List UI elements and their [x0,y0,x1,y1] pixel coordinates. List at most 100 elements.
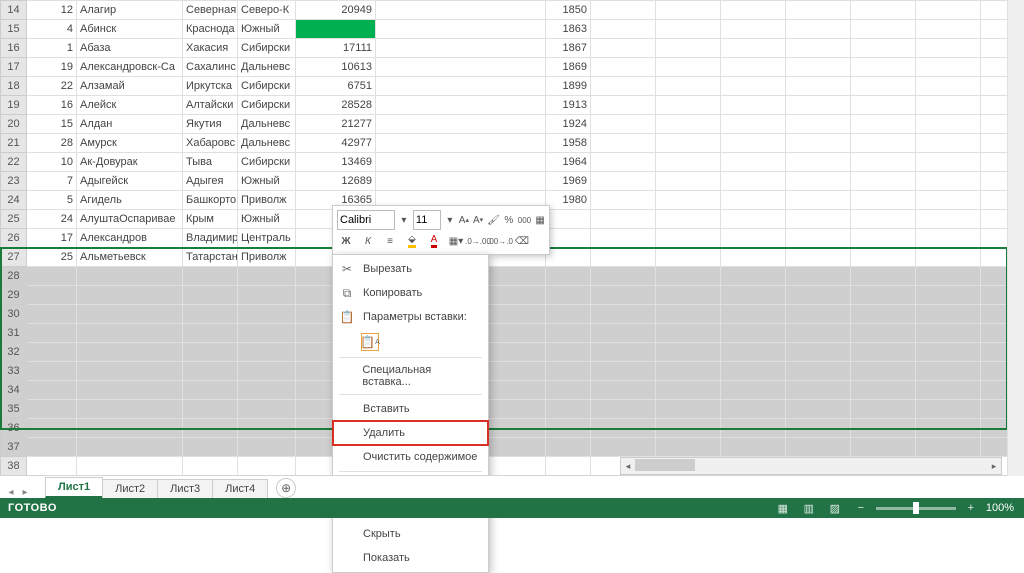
cell[interactable] [376,134,546,153]
cell[interactable] [916,58,981,77]
fill-color-icon[interactable]: ⬙ [403,232,421,250]
cell[interactable] [656,1,721,20]
scroll-right-icon[interactable]: ▸ [987,461,1001,472]
cell[interactable] [546,229,591,248]
cell[interactable] [376,20,546,39]
cell[interactable] [376,1,546,20]
cell[interactable] [656,210,721,229]
cell[interactable] [376,96,546,115]
cell[interactable] [916,191,981,210]
cell[interactable]: 12689 [296,172,376,191]
cell[interactable] [916,77,981,96]
cell[interactable] [916,39,981,58]
cell[interactable] [786,153,851,172]
cell[interactable] [591,115,656,134]
add-sheet-button[interactable]: ⊕ [276,478,296,498]
cell[interactable]: 28 [27,134,77,153]
cell[interactable] [721,58,786,77]
cell[interactable]: Северо-К [238,1,296,20]
cell[interactable]: Алтайски [183,96,238,115]
cell[interactable] [656,191,721,210]
cell[interactable]: Иркутска [183,77,238,96]
row-header[interactable]: 22 [1,153,27,172]
cell[interactable]: Алзамай [77,77,183,96]
row-header[interactable]: 17 [1,58,27,77]
cell[interactable]: Алагир [77,1,183,20]
format-painter-icon[interactable]: 🖌 [487,211,500,229]
cell[interactable] [916,438,981,457]
cell[interactable]: Крым [183,210,238,229]
row-header[interactable]: 25 [1,210,27,229]
cell[interactable]: Амурск [77,134,183,153]
table-row[interactable]: 1916АлейскАлтайскиСибирски285281913 [1,96,1024,115]
cell[interactable] [851,210,916,229]
cell[interactable] [916,20,981,39]
cell[interactable]: Агидель [77,191,183,210]
cell[interactable] [851,1,916,20]
cell[interactable] [591,96,656,115]
cell[interactable] [786,229,851,248]
context-paste-special[interactable]: Специальная вставка... [333,360,488,392]
cell[interactable]: 10 [27,153,77,172]
sheet-tab-2[interactable]: Лист2 [102,479,158,498]
cell[interactable] [591,191,656,210]
row-header[interactable]: 18 [1,77,27,96]
cell[interactable] [851,438,916,457]
context-show[interactable]: Показать [333,546,488,570]
cell[interactable] [591,153,656,172]
table-row[interactable]: 2210Ак-ДовуракТываСибирски134691964 [1,153,1024,172]
scroll-left-icon[interactable]: ◂ [621,461,635,472]
cell[interactable] [183,457,238,476]
context-copy[interactable]: ⧉Копировать [333,281,488,305]
cell[interactable] [851,229,916,248]
font-dropdown-icon[interactable]: ▾ [399,211,409,229]
cell[interactable]: Абаза [77,39,183,58]
cell[interactable] [591,229,656,248]
cell[interactable] [721,134,786,153]
cell[interactable] [77,438,183,457]
cell[interactable] [591,39,656,58]
context-paste-values[interactable]: 📋A [333,329,488,355]
cell[interactable]: АлуштаОспаривае [77,210,183,229]
cell[interactable] [786,1,851,20]
table-row[interactable]: 1822АлзамайИркутскаСибирски67511899 [1,77,1024,96]
cell[interactable]: 19 [27,58,77,77]
view-normal-icon[interactable]: ▦ [774,499,792,517]
zoom-in-icon[interactable]: + [962,499,980,517]
context-delete[interactable]: Удалить [333,421,488,445]
cell[interactable] [591,77,656,96]
italic-icon[interactable]: К [359,232,377,250]
table-row[interactable]: 161АбазаХакасияСибирски171111867 [1,39,1024,58]
cell[interactable] [916,172,981,191]
cell[interactable] [27,438,77,457]
table-row[interactable]: 237АдыгейскАдыгеяЮжный126891969 [1,172,1024,191]
cell[interactable] [376,153,546,172]
cell[interactable] [786,191,851,210]
cell[interactable]: Краснода [183,20,238,39]
cell[interactable]: Александров [77,229,183,248]
cell[interactable] [721,153,786,172]
table-row[interactable]: 1719Александровск-СаСахалинсДальневс1061… [1,58,1024,77]
cell[interactable] [27,457,77,476]
cell[interactable] [916,1,981,20]
cell[interactable] [376,77,546,96]
cell[interactable] [591,58,656,77]
cell[interactable] [656,153,721,172]
cell[interactable] [851,96,916,115]
percent-icon[interactable]: % [504,211,514,229]
cell[interactable] [721,438,786,457]
cell[interactable] [656,115,721,134]
cell[interactable]: Дальневс [238,115,296,134]
context-cut[interactable]: ✂Вырезать [333,257,488,281]
cell[interactable]: 1899 [546,77,591,96]
cell[interactable]: 42977 [296,134,376,153]
cell[interactable]: 24 [27,210,77,229]
cell[interactable] [916,134,981,153]
cell[interactable] [721,172,786,191]
cell[interactable] [721,210,786,229]
cell[interactable] [851,153,916,172]
cell[interactable]: Южный [238,210,296,229]
row-header[interactable]: 16 [1,39,27,58]
sheet-tab-4[interactable]: Лист4 [212,479,268,498]
cell[interactable]: Александровск-Са [77,58,183,77]
